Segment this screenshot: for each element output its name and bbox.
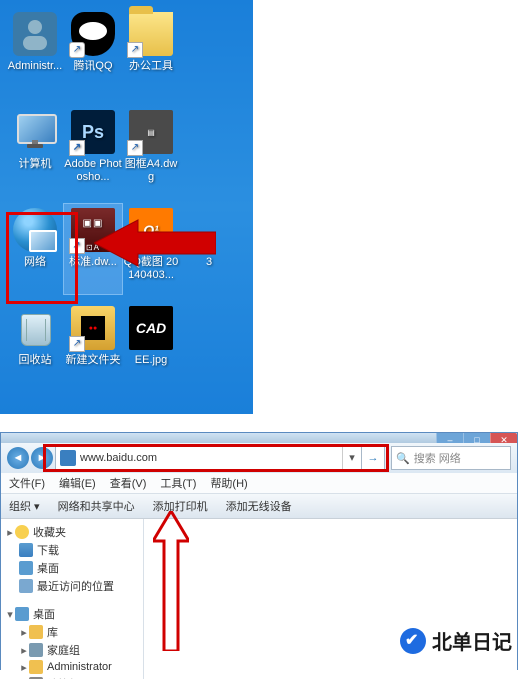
icon-label: Adobe Photosho... (64, 158, 122, 183)
watermark-check-icon (400, 628, 426, 654)
address-text[interactable]: www.baidu.com (80, 452, 342, 464)
desktop-icon-qq[interactable]: 腾讯QQ (64, 8, 122, 98)
icon-label: EE.jpg (135, 354, 167, 367)
recycle-bin-icon (13, 306, 57, 350)
desktop-icon-administrator[interactable]: Administr... (6, 8, 64, 98)
icon-label: Administr... (8, 60, 62, 73)
toolbar: 组织 ▾ 网络和共享中心 添加打印机 添加无线设备 (1, 494, 517, 519)
desktop-area: Administr... 腾讯QQ 办公工具 计算机 Ps Adobe Phot… (0, 0, 253, 414)
annotation-red-arrow-left (94, 218, 216, 268)
tree-favorites[interactable]: ▸收藏夹 (3, 523, 141, 541)
address-bar[interactable]: www.baidu.com ▾ (55, 446, 362, 470)
menu-tools[interactable]: 工具(T) (160, 475, 196, 491)
toolbar-network-center[interactable]: 网络和共享中心 (58, 498, 135, 514)
search-icon: 🔍 (396, 452, 410, 465)
tree-view[interactable]: ▸收藏夹 下载 桌面 最近访问的位置 ▾桌面 ▸库 ▸家庭组 ▸Administ… (1, 519, 144, 679)
watermark-text: 北单日记 (432, 626, 512, 655)
desktop-icon-photoshop[interactable]: Ps Adobe Photosho... (64, 106, 122, 196)
icon-label: 网络 (24, 256, 46, 269)
tree-libraries[interactable]: ▸库 (3, 623, 141, 641)
icon-label: 腾讯QQ (73, 60, 112, 73)
icon-label: 新建文件夹 (66, 354, 121, 367)
address-row: ◄ ► www.baidu.com ▾ → 🔍 搜索 网络 (1, 443, 517, 473)
go-button[interactable]: → (362, 446, 385, 470)
desktop-icon-cut[interactable] (180, 8, 238, 98)
icon-label: 回收站 (19, 354, 52, 367)
folder-icon (129, 12, 173, 56)
icon-label: 办公工具 (129, 60, 173, 73)
toolbar-add-wireless[interactable]: 添加无线设备 (226, 498, 292, 514)
tree-homegroup[interactable]: ▸家庭组 (3, 641, 141, 659)
desktop-icon-computer[interactable]: 计算机 (6, 106, 64, 196)
tree-desktop-root[interactable]: ▾桌面 (3, 605, 141, 623)
menu-bar: 文件(F) 编辑(E) 查看(V) 工具(T) 帮助(H) (1, 473, 517, 494)
desktop-icon-a4-dwg[interactable]: ▤ 图框A4.dwg (122, 106, 180, 196)
watermark: 北单日记 (400, 626, 512, 655)
desktop-icon-recycle-bin[interactable]: 回收站 (6, 302, 64, 392)
titlebar[interactable]: – □ ✕ (1, 433, 517, 443)
menu-file[interactable]: 文件(F) (9, 475, 45, 491)
content-pane[interactable] (144, 519, 517, 679)
icon-label: 计算机 (19, 158, 52, 171)
network-icon (13, 208, 57, 252)
menu-view[interactable]: 查看(V) (110, 475, 147, 491)
desktop-icon-cut[interactable] (180, 106, 238, 196)
blank-icon (187, 12, 231, 56)
desktop-icon-new-folder[interactable]: ●● 新建文件夹 (64, 302, 122, 392)
desktop-icon-office-tools[interactable]: 办公工具 (122, 8, 180, 98)
nav-forward-button[interactable]: ► (31, 447, 53, 469)
toolbar-organize[interactable]: 组织 ▾ (9, 498, 40, 514)
person-icon (13, 12, 57, 56)
tree-downloads[interactable]: 下载 (3, 541, 141, 559)
menu-help[interactable]: 帮助(H) (210, 475, 247, 491)
icon-label: 图框A4.dwg (122, 158, 180, 183)
address-dropdown-icon[interactable]: ▾ (342, 447, 361, 469)
tree-computer[interactable]: ▾计算机 (3, 675, 141, 679)
address-icon (60, 450, 76, 466)
folder-icon: ●● (71, 306, 115, 350)
toolbar-add-printer[interactable]: 添加打印机 (153, 498, 208, 514)
search-input[interactable]: 🔍 搜索 网络 (391, 446, 511, 470)
computer-icon (13, 110, 57, 154)
photoshop-icon: Ps (71, 110, 115, 154)
dwg-icon: ▤ (129, 110, 173, 154)
cad-icon: CAD (129, 306, 173, 350)
qq-icon (71, 12, 115, 56)
desktop-icon-network[interactable]: 网络 (6, 204, 64, 294)
blank-icon (187, 110, 231, 154)
desktop-icon-ee-jpg[interactable]: CAD EE.jpg (122, 302, 180, 392)
search-placeholder: 搜索 网络 (414, 450, 461, 466)
menu-edit[interactable]: 编辑(E) (59, 475, 96, 491)
tree-recent[interactable]: 最近访问的位置 (3, 577, 141, 595)
nav-back-button[interactable]: ◄ (7, 447, 29, 469)
tree-administrator[interactable]: ▸Administrator (3, 659, 141, 675)
tree-desktop[interactable]: 桌面 (3, 559, 141, 577)
